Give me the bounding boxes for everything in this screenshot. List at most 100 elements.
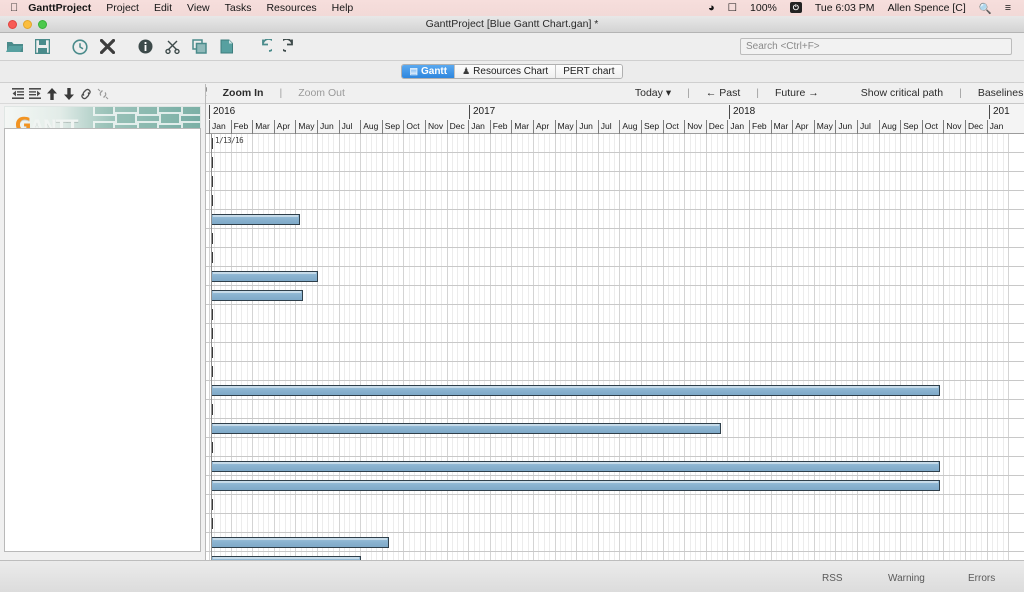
grid-vline — [819, 134, 820, 560]
move-up-icon[interactable] — [44, 86, 59, 101]
grid-vline — [582, 134, 583, 560]
future-button[interactable]: Future → — [775, 87, 819, 99]
close-window-button[interactable] — [8, 20, 17, 29]
search-input[interactable]: Search <Ctrl+F> — [740, 38, 1012, 55]
timeline-month-jun-17: Jun — [576, 120, 598, 134]
menu-item-edit[interactable]: Edit — [154, 2, 172, 14]
menu-item-project[interactable]: Project — [106, 2, 139, 14]
undo-icon[interactable] — [252, 35, 276, 59]
grid-vline — [517, 134, 518, 560]
tab-gantt-label: Gantt — [421, 66, 447, 77]
gantt-chart[interactable]: 201620172018201 JanFebMarAprMayJunJulAug… — [206, 104, 1024, 560]
grid-vline — [306, 134, 307, 560]
menu-item-resources[interactable]: Resources — [266, 2, 316, 14]
grid-vline — [949, 134, 950, 560]
grid-vline — [506, 134, 507, 560]
timeline-month-may-28: May — [814, 120, 836, 134]
user-label[interactable]: Allen Spence [C] — [888, 2, 966, 14]
grid-month-line — [879, 134, 880, 560]
zoom-out-button[interactable]: Zoom Out — [298, 87, 345, 99]
today-button[interactable]: Today ▾ — [635, 87, 671, 99]
action-separator-4: | — [959, 87, 962, 99]
spotlight-search-icon[interactable]: 🔍 — [979, 2, 992, 15]
gantt-task-bar[interactable] — [211, 271, 318, 282]
unlink-tasks-icon[interactable] — [95, 86, 110, 101]
grid-hline — [206, 551, 1024, 552]
clock-icon[interactable] — [68, 35, 92, 59]
grid-vline — [911, 134, 912, 560]
grid-month-line — [684, 134, 685, 560]
gantt-task-bar[interactable] — [211, 537, 389, 548]
info-icon[interactable] — [133, 35, 157, 59]
grid-vline — [366, 134, 367, 560]
warning-status[interactable]: Warning — [888, 573, 925, 584]
tab-gantt[interactable]: ▤ Gantt — [402, 65, 455, 78]
gantt-task-bar[interactable] — [211, 480, 940, 491]
grid-month-line — [619, 134, 620, 560]
move-down-icon[interactable] — [61, 86, 76, 101]
menu-item-tasks[interactable]: Tasks — [225, 2, 252, 14]
grid-month-line — [339, 134, 340, 560]
grid-vline — [646, 134, 647, 560]
clock-label[interactable]: Tue 6:03 PM — [815, 2, 875, 14]
wifi-icon[interactable]: ◕ — [708, 2, 715, 14]
battery-icon[interactable]: ⏻ — [790, 2, 802, 13]
indent-icon[interactable] — [27, 86, 42, 101]
redo-icon[interactable] — [279, 35, 303, 59]
maximize-window-button[interactable] — [38, 20, 47, 29]
gantt-task-bar[interactable] — [211, 385, 940, 396]
grid-vline — [733, 134, 734, 560]
apple-icon[interactable]:  — [10, 3, 18, 14]
grid-month-line — [792, 134, 793, 560]
gantt-task-bar[interactable] — [211, 214, 300, 225]
grid-month-line — [425, 134, 426, 560]
link-tasks-icon[interactable] — [78, 86, 93, 101]
paste-icon[interactable] — [214, 35, 238, 59]
timeline-month-oct-9: Oct — [403, 120, 425, 134]
grid-vline — [420, 134, 421, 560]
past-button[interactable]: ← Past — [706, 87, 740, 99]
gantt-task-bar[interactable] — [211, 461, 940, 472]
save-icon[interactable] — [30, 35, 54, 59]
grid-month-line — [468, 134, 469, 560]
timeline-month-aug-19: Aug — [619, 120, 641, 134]
grid-month-line — [727, 134, 728, 560]
menu-item-help[interactable]: Help — [332, 2, 354, 14]
rss-status[interactable]: RSS — [822, 573, 843, 584]
today-date-label: 1/13/16 — [215, 136, 243, 145]
grid-vline — [322, 134, 323, 560]
minimize-window-button[interactable] — [23, 20, 32, 29]
menu-item-view[interactable]: View — [187, 2, 210, 14]
grid-vline — [587, 134, 588, 560]
timeline-month-aug-7: Aug — [360, 120, 382, 134]
gantt-task-bar[interactable] — [211, 290, 303, 301]
grid-month-line — [641, 134, 642, 560]
scissors-icon[interactable] — [160, 35, 184, 59]
grid-hline — [206, 323, 1024, 324]
task-list[interactable] — [4, 128, 201, 552]
grid-vline — [565, 134, 566, 560]
grid-vline — [279, 134, 280, 560]
show-critical-path-button[interactable]: Show critical path — [861, 87, 943, 99]
timeline-month-jan-36: Jan — [987, 120, 1009, 134]
window-controls[interactable] — [8, 20, 47, 29]
unindent-icon[interactable] — [10, 86, 25, 101]
airplay-icon[interactable]: ☐ — [728, 2, 737, 14]
zoom-in-button[interactable]: Zoom In — [223, 87, 264, 99]
open-folder-icon[interactable] — [3, 35, 27, 59]
copy-icon[interactable] — [187, 35, 211, 59]
gantt-grid[interactable]: 1/13/16 — [206, 134, 1024, 560]
tab-pert-chart[interactable]: PERT chart — [556, 65, 621, 78]
notification-center-icon[interactable]: ≡ — [1005, 2, 1011, 14]
baselines-button[interactable]: Baselines... — [978, 87, 1024, 99]
timeline-month-apr-3: Apr — [274, 120, 296, 134]
grid-vline — [258, 134, 259, 560]
grid-vline — [247, 134, 248, 560]
menu-item-ganttproject[interactable]: GanttProject — [28, 2, 91, 14]
gantt-task-bar[interactable] — [211, 423, 721, 434]
chevron-down-icon[interactable]: ▾ — [666, 87, 671, 99]
errors-status[interactable]: Errors — [968, 573, 995, 584]
grid-vline — [744, 134, 745, 560]
tab-resources-chart[interactable]: ♟ Resources Chart — [455, 65, 556, 78]
delete-x-icon[interactable] — [95, 35, 119, 59]
